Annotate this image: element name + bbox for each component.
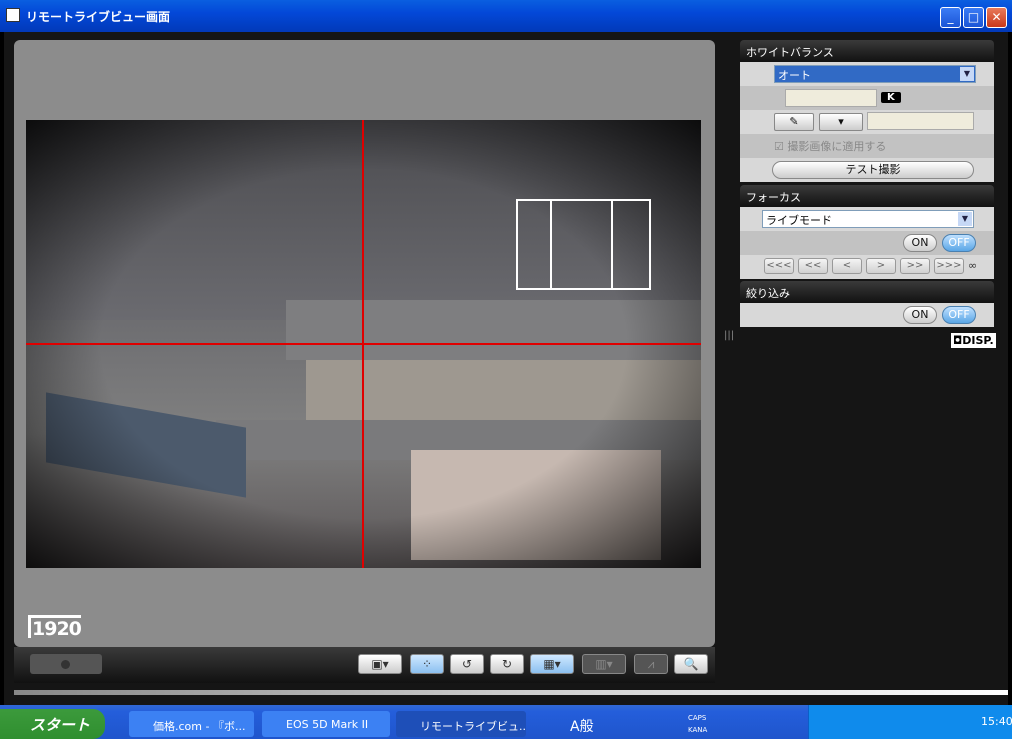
histogram-button[interactable]: ⩘	[634, 654, 668, 674]
record-icon	[61, 660, 70, 669]
title-bar: リモートライブビュー画面	[0, 0, 1012, 32]
start-button[interactable]: スタート	[0, 709, 105, 739]
kelvin-input[interactable]	[785, 89, 877, 107]
guide-line-horizontal[interactable]	[26, 343, 701, 345]
progress-strip	[14, 690, 1008, 695]
ime-indicator[interactable]: A般	[570, 716, 594, 736]
wb-mode-select[interactable]: オート ▼	[774, 65, 976, 83]
test-shot-button[interactable]: テスト撮影	[772, 161, 974, 179]
rotate-left-button[interactable]: ↺	[450, 654, 484, 674]
caps-indicator: CAPS	[688, 714, 707, 722]
system-tray: 15:40	[808, 705, 1012, 739]
focus-far-1-button[interactable]: >	[866, 258, 896, 274]
maximize-button[interactable]: □	[963, 7, 984, 28]
focus-near-2-button[interactable]: <<	[798, 258, 828, 274]
splitter-handle[interactable]: |||	[724, 330, 734, 341]
aspect-button[interactable]: ▥▾	[582, 654, 626, 674]
focus-far-3-button[interactable]: >>>	[934, 258, 964, 274]
focus-header: フォーカス	[740, 185, 994, 207]
record-button[interactable]	[30, 654, 102, 674]
task-firefox[interactable]: 価格.com - 『ボ...	[129, 711, 254, 737]
window-title: リモートライブビュー画面	[26, 10, 171, 24]
apply-checkbox[interactable]: ☑ 撮影画像に適用する	[740, 134, 994, 158]
camera-icon: ◘	[953, 334, 963, 347]
close-button[interactable]: ✕	[986, 7, 1007, 28]
focus-near-3-button[interactable]: <<<	[764, 258, 794, 274]
chevron-down-icon: ▼	[958, 212, 972, 226]
wb-sub-select[interactable]: ▾	[819, 113, 863, 131]
dof-header: 絞り込み	[740, 281, 994, 303]
grid-button[interactable]: ▦▾	[530, 654, 574, 674]
control-panel: ホワイトバランス オート ▼ K ✎ ▾ ☑ 撮影画像に適用する テスト撮影 フォー…	[740, 40, 996, 348]
chevron-down-icon: ▼	[960, 67, 974, 81]
eyedropper-button[interactable]: ✎	[774, 113, 814, 131]
overlay-compose-button[interactable]: ▣▾	[358, 654, 402, 674]
app-icon	[6, 8, 20, 22]
live-view-image[interactable]	[26, 120, 701, 568]
focus-near-1-button[interactable]: <	[832, 258, 862, 274]
zoom-button[interactable]: 🔍	[674, 654, 708, 674]
kelvin-unit: K	[881, 92, 901, 103]
apply-label: 撮影画像に適用する	[787, 140, 887, 153]
af-frame[interactable]	[516, 199, 552, 290]
dof-on-button[interactable]: ON	[903, 306, 937, 324]
resolution-badge: 1920	[28, 615, 82, 639]
rotate-right-button[interactable]: ↻	[490, 654, 524, 674]
af-frame-button[interactable]: ⁘	[410, 654, 444, 674]
minimize-button[interactable]: _	[940, 7, 961, 28]
infinity-icon: ∞	[968, 259, 978, 272]
focus-mode-value: ライブモード	[766, 214, 832, 227]
wb-value-input[interactable]	[867, 112, 974, 130]
dof-off-button[interactable]: OFF	[942, 306, 976, 324]
focus-on-button[interactable]: ON	[903, 234, 937, 252]
wb-header: ホワイトバランス	[740, 40, 994, 62]
kana-indicator: KANA	[688, 726, 708, 734]
clock[interactable]: 15:40	[981, 715, 1012, 728]
disp-label: DISP.	[962, 334, 994, 347]
focus-mode-select[interactable]: ライブモード ▼	[762, 210, 974, 228]
focus-off-button[interactable]: OFF	[942, 234, 976, 252]
wb-mode-value: オート	[778, 69, 811, 82]
task-remote-liveview[interactable]: リモートライブビュ...	[396, 711, 526, 737]
af-frame-center[interactable]	[550, 199, 613, 290]
task-eos[interactable]: EOS 5D Mark II	[262, 711, 390, 737]
focus-far-2-button[interactable]: >>	[900, 258, 930, 274]
af-frame[interactable]	[611, 199, 651, 290]
disp-button[interactable]: ◘DISP.	[951, 333, 996, 348]
